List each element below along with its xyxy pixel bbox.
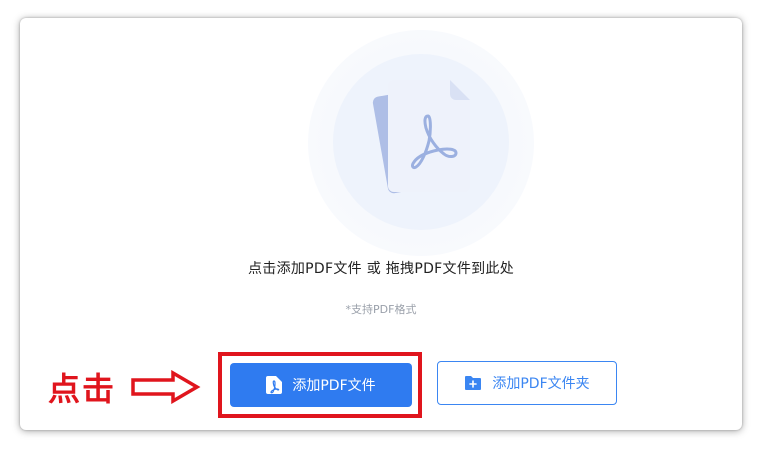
annotation-highlight-box [218, 352, 422, 418]
right-arrow-icon [131, 370, 201, 404]
pdf-document-stack-icon [372, 80, 470, 194]
screenshot-frame: 点击添加PDF文件 或 拖拽PDF文件到此处 *支持PDF格式 添加PDF文件 … [0, 0, 764, 451]
add-pdf-folder-label: 添加PDF文件夹 [492, 376, 590, 392]
upload-hint-text: 点击添加PDF文件 或 拖拽PDF文件到此处 [247, 261, 515, 277]
format-note-text: *支持PDF格式 [345, 303, 417, 316]
folder-plus-icon [465, 376, 482, 390]
add-pdf-folder-button[interactable]: 添加PDF文件夹 [437, 361, 617, 405]
annotation-click-label: 点击 [48, 370, 117, 408]
